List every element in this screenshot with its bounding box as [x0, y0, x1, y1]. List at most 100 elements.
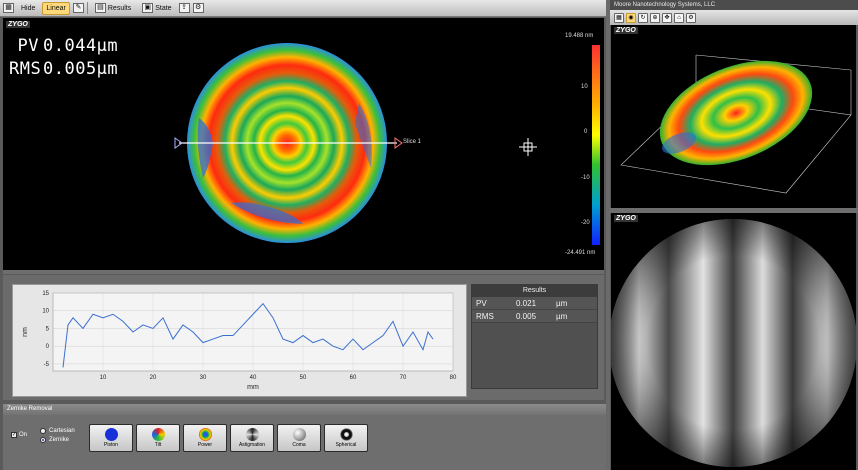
on-checkbox[interactable]: ✓ On	[11, 432, 27, 438]
crosshair-cursor	[519, 138, 537, 156]
result-row: RMS 0.005 µm	[472, 310, 597, 323]
settings-icon[interactable]: ⚙	[686, 12, 696, 23]
scale-max-label: 19.488 nm	[565, 33, 594, 39]
on-label: On	[19, 432, 28, 438]
rms-label: RMS	[9, 59, 42, 79]
tilt-icon	[151, 428, 165, 441]
layout-icon[interactable]: ▦	[3, 3, 14, 13]
color-scale-bar	[592, 45, 600, 245]
zoom-icon[interactable]: ⊕	[650, 12, 660, 23]
y-tick-label: 5	[46, 326, 50, 332]
linear-label: Linear	[46, 4, 66, 12]
coordinate-radio-group: Cartesian Zernike	[40, 426, 75, 444]
hide-button[interactable]: Hide	[17, 2, 39, 15]
result-name: PV	[476, 299, 487, 308]
x-tick-label: 40	[250, 375, 257, 381]
state-icon: ▣	[142, 3, 154, 13]
app-window: ▦ Hide Linear ✎ ▤ Results ▣ State ⇪ ⚙ ZY…	[0, 0, 858, 470]
piston-label: Piston	[104, 442, 118, 448]
y-tick-label: 15	[42, 291, 49, 297]
power-label: Power	[197, 442, 213, 448]
zygo-logo: ZYGO	[6, 21, 30, 28]
export-icon[interactable]: ⇪	[178, 3, 190, 13]
layout-icon[interactable]: ▦	[614, 12, 624, 23]
results-label: Results	[107, 4, 132, 12]
slice-label: Slice 1	[403, 139, 422, 145]
x-tick-label: 80	[450, 375, 457, 381]
power-button[interactable]: Power	[183, 424, 227, 452]
x-tick-label: 20	[150, 375, 157, 381]
results-table: Results PV 0.021 µm RMS 0.005 µm	[471, 284, 598, 389]
hide-label: Hide	[21, 4, 36, 12]
x-tick-label: 50	[300, 375, 307, 381]
x-tick-label: 70	[400, 375, 407, 381]
y-tick-label: 10	[42, 309, 49, 315]
scale-tick: -20	[581, 220, 590, 226]
rms-value: 0.005µm	[43, 59, 119, 79]
state-button[interactable]: ▣ State	[138, 2, 175, 15]
cartesian-radio[interactable]: Cartesian	[40, 426, 75, 435]
reset-view-icon[interactable]: ⌂	[674, 12, 684, 23]
checkbox-icon: ✓	[11, 432, 17, 438]
view-3d-icon[interactable]: ◉	[626, 12, 636, 23]
toolbar-divider	[86, 2, 88, 14]
coma-icon	[292, 428, 306, 441]
settings-icon[interactable]: ⚙	[192, 3, 204, 13]
results-button[interactable]: ▤ Results	[91, 2, 135, 15]
spherical-button[interactable]: Spherical	[324, 424, 368, 452]
scale-tick: -10	[581, 175, 590, 181]
astigmatism-label: Astigmation	[238, 442, 266, 448]
horizontal-splitter[interactable]	[3, 270, 604, 274]
y-axis-label: nm	[22, 327, 29, 337]
fringe-vignette	[611, 219, 856, 467]
power-icon	[198, 428, 212, 441]
tools-icon[interactable]: ✎	[72, 3, 84, 13]
zernike-title: Zernike Removal	[3, 404, 606, 415]
zernike-term-buttons: Piston Tilt Power Astigmation Coma Spher…	[89, 424, 368, 452]
surface-3d-view: ZYGO	[611, 25, 856, 208]
coma-button[interactable]: Coma	[277, 424, 321, 452]
vertical-splitter[interactable]	[606, 0, 610, 470]
result-unit: µm	[556, 312, 568, 321]
y-tick-label: -5	[44, 362, 50, 368]
3d-surface	[659, 60, 813, 166]
piston-button[interactable]: Piston	[89, 424, 133, 452]
pan-icon[interactable]: ✥	[662, 12, 672, 23]
x-tick-label: 30	[200, 375, 207, 381]
zernike-radio[interactable]: Zernike	[40, 435, 75, 444]
scale-tick: 10	[581, 84, 588, 90]
right-toolbar: ▦ ◉ ↻ ⊕ ✥ ⌂ ⚙	[610, 10, 858, 25]
astigmatism-icon	[245, 428, 259, 441]
spherical-icon	[339, 428, 353, 441]
pv-readout: PV 0.044µm	[9, 36, 118, 56]
scale-tick: 0	[584, 129, 588, 135]
state-label: State	[155, 4, 172, 12]
pv-label: PV	[17, 36, 39, 56]
rms-readout: RMS 0.005µm	[9, 59, 118, 79]
main-toolbar: ▦ Hide Linear ✎ ▤ Results ▣ State ⇪ ⚙	[0, 0, 606, 17]
result-name: RMS	[476, 312, 494, 321]
spherical-label: Spherical	[335, 442, 357, 448]
rotate-icon[interactable]: ↻	[638, 12, 648, 23]
profile-plot: 15 10 5 0 -5 10 20 30 40 50 60 70 80 mm nm	[12, 284, 467, 397]
astigmatism-button[interactable]: Astigmation	[230, 424, 274, 452]
piston-icon	[104, 428, 118, 441]
results-header: Results	[472, 285, 597, 297]
scale-min-label: -24.491 nm	[565, 250, 596, 256]
x-axis-label: mm	[247, 384, 259, 391]
pv-value: 0.044µm	[43, 36, 119, 56]
linear-button[interactable]: Linear	[42, 1, 70, 15]
tilt-button[interactable]: Tilt	[136, 424, 180, 452]
zygo-logo: ZYGO	[614, 215, 638, 222]
x-tick-label: 10	[100, 375, 107, 381]
coma-label: Coma	[292, 442, 306, 448]
tilt-label: Tilt	[154, 442, 162, 448]
fringe-view: ZYGO	[611, 213, 856, 470]
profile-panel: 15 10 5 0 -5 10 20 30 40 50 60 70 80 mm nm Results PV …	[3, 275, 604, 400]
result-unit: µm	[556, 299, 568, 308]
result-row: PV 0.021 µm	[472, 297, 597, 310]
surface-3d-plot	[620, 54, 852, 194]
fringe-image	[611, 219, 856, 467]
surface-map-panel: ZYGO PV 0.044µm RMS 0.005µm Slice 1 19.488…	[3, 18, 604, 270]
cartesian-label: Cartesian	[49, 427, 75, 434]
